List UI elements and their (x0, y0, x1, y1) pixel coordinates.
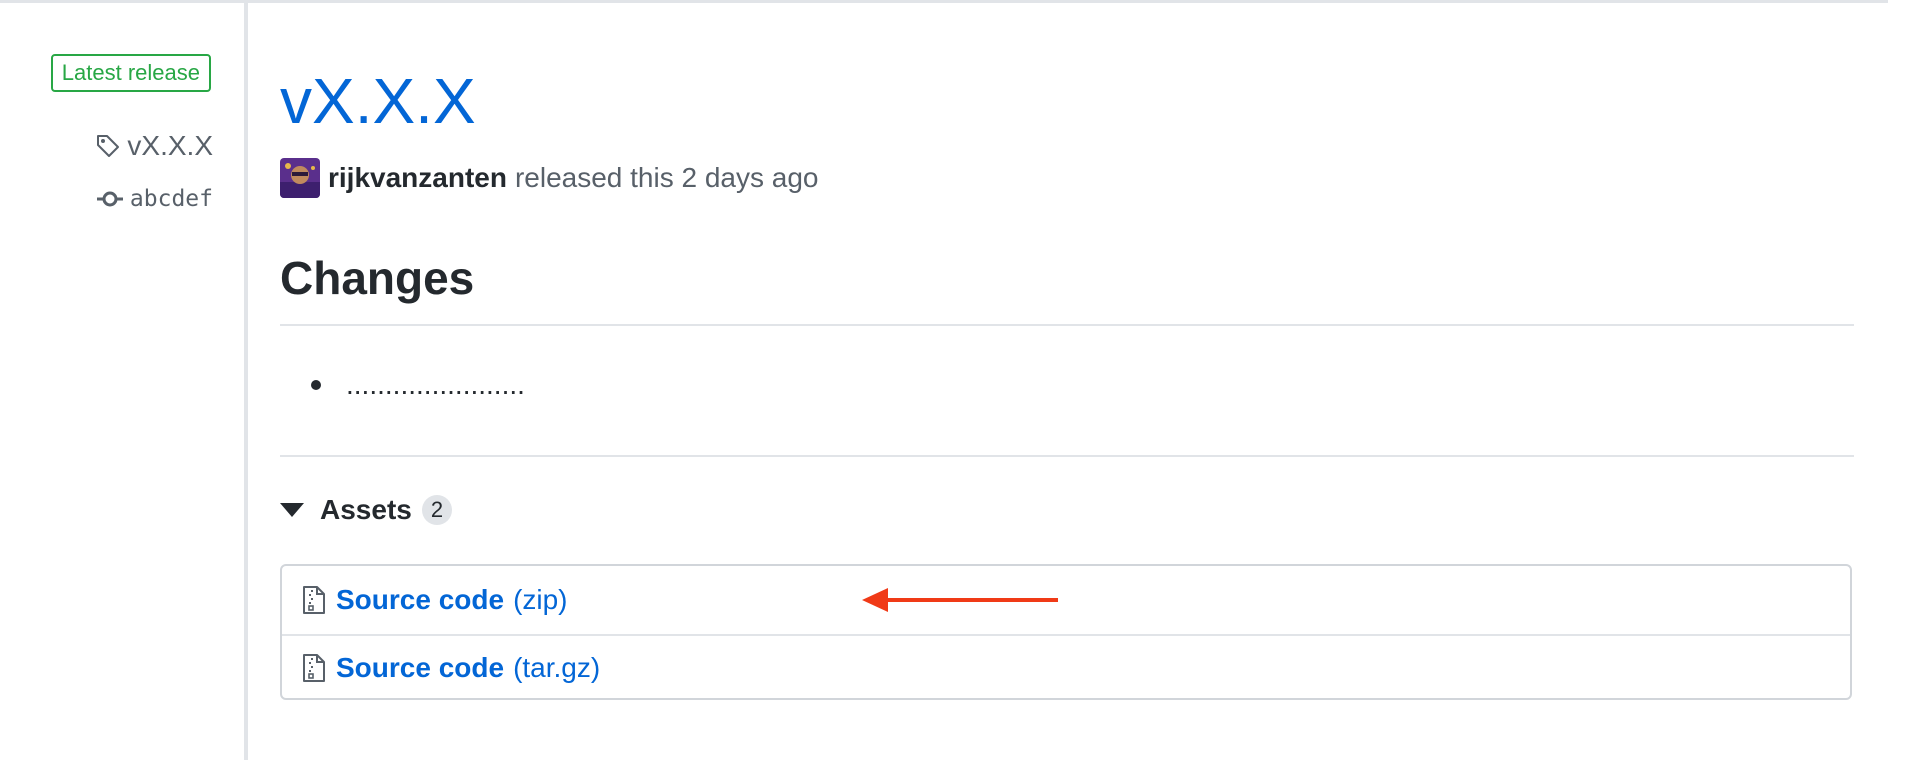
git-commit-icon (96, 191, 123, 207)
list-item-text: ....................... (346, 369, 525, 400)
file-zip-icon (303, 585, 325, 614)
release-meta: rijkvanzanten released this 2 days ago (280, 158, 818, 198)
asset-name: Source code (336, 652, 505, 683)
body-divider (280, 455, 1854, 457)
asset-extension: (tar.gz) (513, 652, 601, 683)
assets-label: Assets (320, 494, 412, 525)
sidebar-commit-link[interactable]: abcdef (96, 186, 213, 212)
release-time-text: released this 2 days ago (514, 162, 819, 193)
annotation-arrow-icon (862, 588, 1058, 612)
changes-heading: Changes (280, 252, 475, 304)
heading-divider (280, 324, 1854, 326)
asset-name: Source code (336, 583, 505, 615)
sidebar-divider (244, 0, 248, 760)
file-zip-icon (303, 654, 325, 682)
assets-toggle[interactable]: Assets 2 (280, 494, 453, 526)
triangle-down-icon (280, 503, 304, 517)
release-sidebar: Latest release vX.X.X abcdef (0, 0, 244, 760)
assets-list: Source code (zip) Source code (tar.gz) (280, 564, 1852, 700)
sidebar-tag-label: vX.X.X (127, 130, 213, 161)
assets-count-badge: 2 (421, 495, 453, 525)
asset-source-zip-link[interactable]: Source code (zip) (282, 566, 1850, 633)
asset-extension: (zip) (513, 583, 568, 615)
tag-icon (97, 135, 120, 157)
release-title[interactable]: vX.X.X (280, 62, 476, 140)
asset-source-targz-link[interactable]: Source code (tar.gz) (282, 634, 1850, 700)
list-item: ....................... (280, 368, 525, 402)
bullet-icon (311, 380, 321, 390)
sidebar-tag-link[interactable]: vX.X.X (95, 130, 213, 162)
author-avatar[interactable] (280, 158, 320, 198)
release-main: vX.X.X rijkvanzanten released this 2 day… (280, 0, 1854, 760)
sidebar-commit-label: abcdef (129, 186, 213, 212)
author-link[interactable]: rijkvanzanten (328, 162, 507, 194)
changes-list: ....................... (280, 368, 525, 402)
latest-release-badge: Latest release (50, 54, 211, 92)
